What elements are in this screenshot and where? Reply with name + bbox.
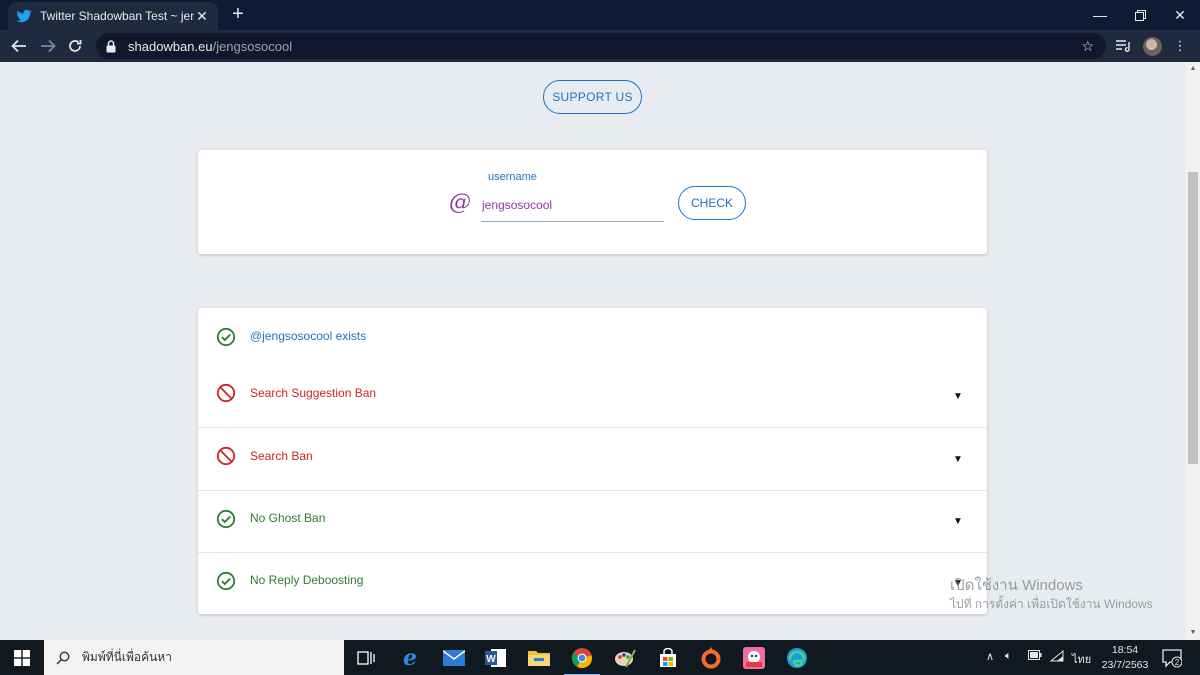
restore-icon[interactable] (1120, 0, 1160, 30)
check-button[interactable]: CHECK (678, 186, 746, 220)
svg-text:W: W (486, 654, 496, 665)
origin-icon[interactable] (699, 646, 723, 670)
expand-caret-icon[interactable]: ▼ (953, 516, 963, 527)
notification-center-icon[interactable]: 2 (1162, 648, 1183, 668)
windows-taskbar: พิมพ์ที่นี่เพื่อค้นหา e W ∧ 🔈︎ ไทย 18:54 (0, 640, 1200, 675)
lock-icon (106, 39, 120, 53)
scrollbar-thumb[interactable] (1188, 172, 1198, 464)
bookmark-star-icon[interactable]: ☆ (1081, 38, 1094, 55)
page-scrollbar[interactable]: ▲ ▼ (1186, 62, 1200, 640)
back-icon[interactable] (8, 36, 30, 56)
tray-expand-icon[interactable]: ∧ (986, 650, 994, 663)
clock-time: 18:54 (1111, 644, 1139, 656)
profile-avatar[interactable] (1143, 37, 1162, 56)
scroll-down-icon[interactable]: ▼ (1186, 626, 1200, 640)
paint-icon[interactable] (613, 646, 637, 670)
tab-title: Twitter Shadowban Test ~ jengsc (40, 9, 194, 23)
forward-icon[interactable] (37, 36, 59, 56)
ban-icon (216, 446, 236, 466)
username-label: username (488, 171, 537, 183)
word-icon[interactable]: W (484, 646, 508, 670)
reload-icon[interactable] (64, 36, 86, 56)
minimize-icon[interactable]: — (1080, 0, 1120, 30)
game-app-icon[interactable] (742, 646, 766, 670)
tab-close-icon[interactable]: ✕ (194, 8, 210, 24)
chrome-menu-icon[interactable]: ⋮ (1170, 37, 1190, 55)
username-search-card: username @ CHECK (198, 150, 987, 254)
media-control-icon[interactable] (1114, 37, 1134, 55)
expand-caret-icon[interactable]: ▼ (953, 454, 963, 465)
edge-legacy-icon[interactable]: e (398, 646, 422, 670)
scroll-up-icon[interactable]: ▲ (1186, 62, 1200, 76)
result-label: Search Ban (250, 449, 313, 463)
notification-count: 2 (1175, 658, 1180, 667)
url-path: /jengsosocool (212, 38, 293, 54)
address-bar[interactable]: shadowban.eu/jengsosocool ☆ (96, 33, 1106, 59)
at-sign-icon: @ (449, 190, 471, 215)
username-input[interactable] (481, 188, 664, 222)
new-tab-icon[interactable]: + (228, 4, 248, 24)
taskbar-clock[interactable]: 18:54 23/7/2563 (1096, 643, 1154, 673)
ban-icon (216, 383, 236, 403)
window-close-icon[interactable]: ✕ (1160, 0, 1200, 30)
result-label: No Reply Deboosting (250, 573, 364, 587)
search-icon (56, 650, 72, 666)
result-row-reply-deboosting[interactable]: No Reply Deboosting ▼ (198, 553, 987, 614)
taskbar-search-placeholder: พิมพ์ที่นี่เพื่อค้นหา (82, 650, 172, 664)
result-row-search-ban[interactable]: Search Ban ▼ (198, 428, 987, 490)
battery-icon[interactable] (1028, 650, 1042, 663)
page-viewport: SUPPORT US username @ CHECK @jengsosocoo… (0, 62, 1186, 640)
check-circle-icon (216, 571, 236, 591)
windows-activation-hint: ไปที่ การตั้งค่า เพื่อเปิดใช้งาน Windows (950, 597, 1153, 611)
clock-date: 23/7/2563 (1101, 659, 1149, 671)
result-label: Search Suggestion Ban (250, 386, 377, 400)
result-row-ghost-ban[interactable]: No Ghost Ban ▼ (198, 491, 987, 552)
url-host: shadowban.eu (128, 38, 213, 54)
windows-activation-watermark: เปิดใช้งาน Windows (950, 577, 1083, 594)
store-icon[interactable] (656, 646, 680, 670)
browser-titlebar: Twitter Shadowban Test ~ jengsc ✕ + — ✕ (0, 0, 1200, 30)
browser-tab[interactable]: Twitter Shadowban Test ~ jengsc ✕ (8, 2, 218, 30)
mail-icon[interactable] (442, 646, 466, 670)
check-circle-icon (216, 509, 236, 529)
browser-toolbar: shadowban.eu/jengsosocool ☆ ⋮ (0, 30, 1200, 62)
result-row-search-suggestion-ban[interactable]: Search Suggestion Ban ▼ (198, 364, 987, 427)
input-language-indicator[interactable]: ไทย (1072, 650, 1091, 668)
file-explorer-icon[interactable] (527, 646, 551, 670)
windows-start-icon[interactable] (0, 640, 44, 675)
results-card: @jengsosocool exists Search Suggestion B… (198, 308, 987, 614)
result-row-exists: @jengsosocool exists (198, 308, 987, 364)
task-view-icon[interactable] (354, 646, 378, 670)
support-us-button[interactable]: SUPPORT US (543, 80, 642, 114)
chrome-taskbar-icon[interactable] (564, 646, 600, 675)
twitter-favicon-icon (16, 8, 32, 24)
result-label: @jengsosocool exists (250, 329, 367, 343)
check-circle-icon (216, 327, 236, 347)
svg-text:e: e (403, 647, 417, 669)
edge-icon[interactable] (785, 646, 809, 670)
wifi-icon[interactable] (1049, 649, 1064, 665)
volume-icon[interactable]: 🔈︎ (1005, 650, 1012, 663)
result-label: No Ghost Ban (250, 511, 326, 525)
taskbar-search-box[interactable]: พิมพ์ที่นี่เพื่อค้นหา (44, 640, 344, 675)
expand-caret-icon[interactable]: ▼ (953, 391, 963, 402)
